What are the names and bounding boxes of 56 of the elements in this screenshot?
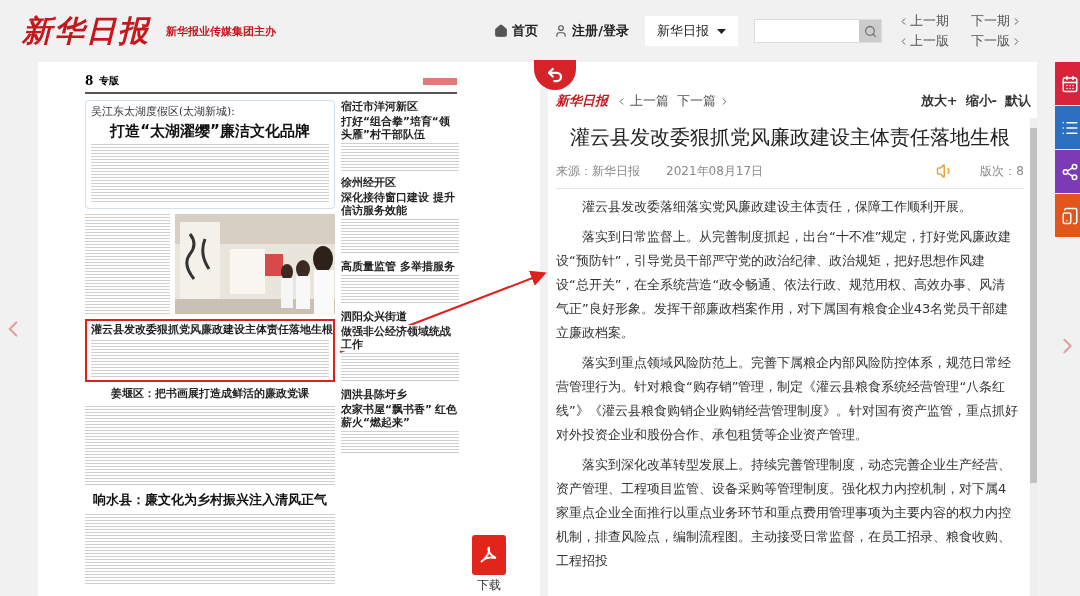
paper-logo: 新华日报 — [556, 92, 608, 110]
story-headline: 高质量监管 多举措服务 — [341, 260, 455, 273]
story-headline: 响水县：廉文化为乡村振兴注入清风正气 — [92, 491, 328, 509]
search-icon — [863, 24, 877, 38]
article-paragraph: 灌云县发改委落细落实党风廉政建设主体责任，保障工作顺利开展。 — [581, 198, 973, 216]
story-headline: 农家书屋“飘书香” 红色薪火“燃起来” — [341, 403, 459, 429]
story-headline: 打造“太湖濯缨”廉洁文化品牌 — [108, 122, 311, 141]
masthead-mark — [423, 77, 457, 85]
chevron-right-icon — [1011, 35, 1022, 47]
page-number: 8 — [85, 74, 94, 88]
article-paragraph: 落实到日常监督上。从完善制度抓起，出台“十不准”规定，打好党风廉政建设“预防针”，引导党员干部严守党的政治纪律、政治规矩，把好思想作风建设“总开关”，在全系统营造“政令畅通、依法行政、规范用权、高效办事、风清气正”良好形象。发挥干部廉政档案作用，对下属国有粮食企业43名党员干部建立廉政档案。 — [556, 228, 1013, 342]
side-button[interactable] — [1055, 62, 1080, 105]
site-logo: 新华日报 — [22, 11, 150, 50]
search-field[interactable] — [754, 19, 882, 43]
download-label: 下载 — [477, 577, 501, 594]
edition-label: 版次：8 — [980, 162, 1024, 180]
paper-select[interactable]: 新华日报 — [645, 16, 738, 46]
calendar-icon — [1061, 74, 1079, 93]
date-label: 2021年08月17日 — [666, 162, 764, 180]
pdf-icon — [479, 545, 499, 565]
side-button[interactable] — [1055, 106, 1080, 149]
home-icon — [494, 24, 509, 38]
back-button[interactable] — [534, 60, 576, 90]
search-button[interactable] — [859, 20, 881, 42]
story-headline: 姜堰区：把书画展打造成鲜活的廉政党课 — [110, 387, 310, 401]
issue-link[interactable]: 下一期 — [971, 12, 1022, 30]
publisher-label: 新华报业传媒集团主办 — [166, 23, 276, 39]
issue-link[interactable]: 上一版 — [898, 32, 949, 50]
next-article-link[interactable]: 下一篇 — [677, 92, 730, 110]
story-subtitle: 吴江东太湖度假区(太湖新城): — [91, 105, 236, 119]
issue-link[interactable]: 上一期 — [898, 12, 949, 30]
font-size-link[interactable]: 放大+ — [920, 92, 958, 110]
story-place: 宿迁市洋河新区 — [341, 100, 418, 113]
caret-icon — [717, 28, 726, 34]
back-arrow-icon — [546, 66, 564, 84]
article-title: 灌云县发改委狠抓党风廉政建设主体责任落地生根 — [569, 125, 1011, 151]
issue-link[interactable]: 下一版 — [971, 32, 1022, 50]
story-place: 徐州经开区 — [341, 176, 396, 189]
home-link[interactable]: 首页 — [494, 22, 539, 40]
source-label: 来源：新华日报 — [556, 162, 640, 180]
font-size-link[interactable]: 缩小- — [965, 92, 997, 110]
story-place: 泗洪县陈圩乡 — [341, 388, 407, 401]
font-size-link[interactable]: 默认 — [1005, 92, 1031, 110]
story-place: 泗阳众兴街道 — [341, 310, 407, 323]
tablet-icon — [1061, 206, 1079, 225]
side-button[interactable] — [1055, 150, 1080, 193]
side-button[interactable] — [1055, 194, 1080, 237]
article-paragraph: 落实到深化改革转型发展上。持续完善管理制度，动态完善企业生产经营、资产管理、工程项目监管、设备采购等管理制度。强化权力内控机制，对下属4家重点企业全面推行以重点业务环节和重点费用管理事项为主要内容的权力内控机制，排查风险点，编制流程图。主动接受日常监督，在员工招录、粮食收购、工程招投 — [556, 456, 1012, 570]
pdf-download-button[interactable] — [472, 535, 506, 575]
previous-article-link[interactable]: 上一篇 — [616, 92, 669, 110]
share-icon — [1061, 162, 1079, 181]
chevron-right-icon — [1011, 15, 1022, 27]
user-icon — [554, 24, 569, 38]
section-label: 专版 — [99, 74, 120, 88]
login-link[interactable]: 注册/登录 — [554, 22, 629, 40]
article-paragraph: 落实到重点领域风险防范上。完善下属粮企内部风险防控体系，规范日常经营管理行为。针对粮食“购存销”管理，制定《灌云县粮食系统经营管理“八条红线”》《灌云县粮食购销企业购销经营管理制度》。针对国有资产监管，重点抓好对外投资企业和股份合作、承包租赁等企业资产管理。 — [556, 354, 1018, 444]
